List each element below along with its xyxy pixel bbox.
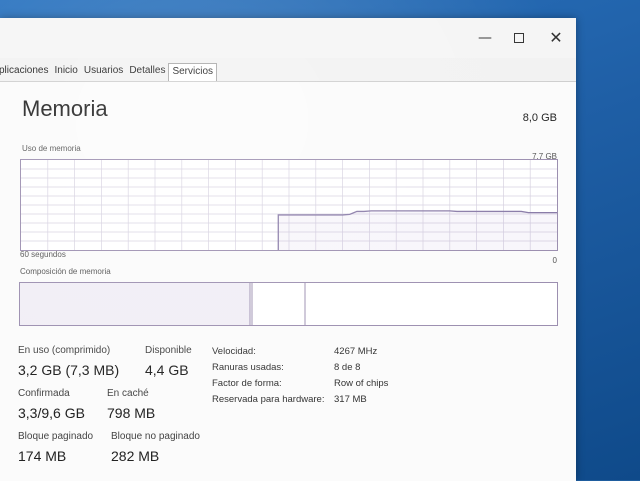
paged-pool-label: Bloque paginado [18,431,94,442]
paged-pool-value: 174 MB [18,448,67,464]
graph-min-label: 0 [552,256,557,265]
committed-label: Confirmada [18,388,70,399]
in-use-value: 3,2 GB (7,3 MB) [18,362,120,378]
close-button[interactable]: ✕ [541,26,571,50]
memory-total: 8,0 GB [522,112,557,124]
tab-inicio[interactable]: Inicio [51,63,80,81]
minimize-icon: — [478,30,492,46]
reserved-label: Reservada para hardware: [212,394,325,405]
tab-detalles[interactable]: Detalles [126,63,168,81]
memory-composition-bar [19,282,558,326]
nonpaged-pool-label: Bloque no paginado [111,431,200,442]
close-icon: ✕ [549,28,563,47]
form-factor-value: Row of chips [334,378,389,389]
tab-servicios[interactable]: Servicios [168,63,218,81]
maximize-button[interactable] [504,26,534,50]
slots-value: 8 de 8 [334,362,361,373]
in-use-label: En uso (comprimido) [18,345,111,356]
tab-usuarios[interactable]: Usuarios [81,63,126,81]
available-label: Disponible [145,345,192,356]
form-factor-label: Factor de forma: [212,378,282,389]
reserved-value: 317 MB [334,394,367,405]
usage-graph-svg [21,160,557,250]
composition-in-use [20,283,250,325]
maximize-icon [514,33,524,43]
speed-value: 4267 MHz [334,346,378,357]
title-bar: — ✕ [0,18,576,58]
page-title: Memoria [22,96,108,121]
available-value: 4,4 GB [145,362,189,378]
cached-value: 798 MB [107,405,156,421]
memory-usage-graph [20,159,558,251]
graph-time-label: 60 segundos [20,250,66,259]
nonpaged-pool-value: 282 MB [111,448,160,464]
committed-value: 3,3/9,6 GB [18,405,85,421]
composition-label: Composición de memoria [20,267,111,276]
task-manager-window: — ✕ plicaciones Inicio Usuarios Detalles… [0,18,576,481]
usage-label: Uso de memoria [22,144,81,153]
composition-svg [20,283,306,325]
slots-label: Ranuras usadas: [212,362,284,373]
minimize-button[interactable]: — [470,26,500,50]
usage-area-fill [278,210,557,250]
memory-panel: Memoria 8,0 GB Uso de memoria 7,7 GB 60 … [0,81,576,481]
tab-aplicaciones[interactable]: plicaciones [0,63,51,81]
cached-label: En caché [107,388,149,399]
tab-bar: plicaciones Inicio Usuarios Detalles Ser… [0,63,218,81]
speed-label: Velocidad: [212,346,256,357]
